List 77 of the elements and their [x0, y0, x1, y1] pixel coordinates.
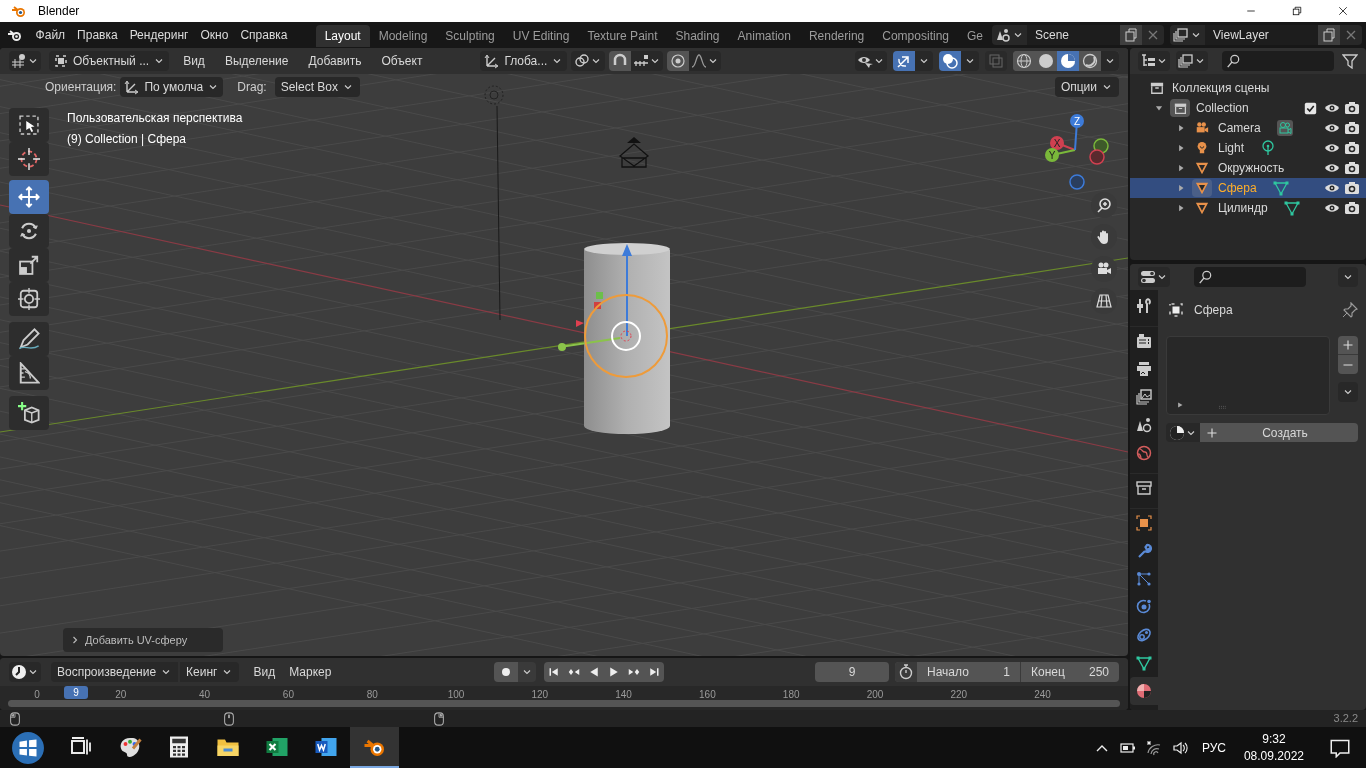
outliner-item-name: Сфера — [1218, 180, 1257, 197]
outliner-item-name: Коллекция сцены — [1172, 80, 1270, 97]
menu-item[interactable]: Вид — [177, 51, 211, 71]
workspace-tab[interactable]: Texture Paint — [578, 25, 667, 47]
mode-dropdown[interactable]: Объектный ... — [49, 51, 170, 71]
frame-number: 180 — [782, 688, 800, 702]
window-title: Blender — [38, 3, 80, 20]
outliner-row[interactable]: Цилиндр — [1130, 198, 1366, 218]
menu-item[interactable]: Окно — [194, 24, 235, 46]
view-layer-name: ViewLayer — [1205, 25, 1318, 45]
menu-item[interactable]: Файл — [29, 24, 72, 46]
workspace-tab[interactable]: Ge — [958, 25, 992, 47]
orientation-dropdown[interactable]: Глоба... — [480, 51, 568, 71]
clock[interactable]: 9:32 08.09.2022 — [1243, 730, 1304, 765]
viewport-info-text: Пользовательская перспектива — [67, 110, 243, 127]
scene-name: Scene — [1027, 25, 1120, 45]
outliner-row[interactable]: Окружность — [1130, 158, 1366, 178]
orientation-label: Ориентация: — [45, 79, 117, 96]
outliner-item-name: Окружность — [1218, 160, 1285, 177]
menu-item[interactable]: Добавить — [302, 51, 368, 71]
menu-item[interactable]: Правка — [71, 24, 124, 46]
outliner-row[interactable]: Сфера — [1130, 178, 1366, 198]
workspace-tab[interactable]: Layout — [315, 25, 370, 47]
viewport[interactable]: Объектный ... Вид Выделение Добавить Объект Глоба... Ориентация: По умолча Drag: Select Box Опции Пользовательская перспектива (9) Collection | Сфера X Y Z Добавить UV-сферу — [0, 48, 1128, 656]
drag-label: Drag: — [237, 79, 267, 96]
frame-number: 60 — [282, 688, 294, 702]
menu-item[interactable]: Вид — [247, 662, 282, 682]
version-label: 3.2.2 — [1333, 711, 1358, 727]
playhead[interactable]: 9 — [64, 686, 88, 699]
scene-selector[interactable]: Scene — [992, 25, 1164, 45]
menu-item[interactable]: Справка — [234, 24, 294, 46]
language-indicator[interactable]: РУС — [1201, 738, 1226, 757]
outliner-row[interactable]: Light — [1130, 138, 1366, 158]
frame-number: 0 — [34, 688, 40, 702]
workspace-tab[interactable]: Compositing — [873, 25, 958, 47]
current-frame-field[interactable]: 9 — [815, 662, 889, 682]
menu-dropdown[interactable]: Кеинг — [180, 662, 240, 682]
workspace-tab[interactable]: Shading — [666, 25, 729, 47]
drag-dropdown[interactable]: Select Box — [274, 77, 360, 97]
options-dropdown[interactable]: Опции — [1054, 77, 1119, 97]
menu-item[interactable]: Маркер — [283, 662, 338, 682]
x-axis-handle[interactable]: X — [1050, 136, 1064, 150]
workspace-tab[interactable]: Sculpting — [436, 25, 504, 47]
viewport-info-text: (9) Collection | Сфера — [67, 131, 188, 148]
frame-number: 20 — [115, 688, 127, 702]
start-frame-field[interactable]: Начало 1 — [917, 662, 1021, 682]
menu-item[interactable]: Рендеринг — [123, 24, 195, 46]
y-axis-handle[interactable]: Y — [1045, 148, 1059, 162]
object-name: Сфера — [1194, 302, 1233, 319]
outliner-item-name: Camera — [1218, 120, 1261, 137]
menu-item[interactable]: Объект — [375, 51, 429, 71]
frame-number: 160 — [699, 688, 716, 702]
new-material-button[interactable]: Создать — [1200, 423, 1358, 442]
view-layer-selector[interactable]: ViewLayer — [1170, 25, 1362, 45]
z-axis-handle[interactable]: Z — [1070, 114, 1084, 128]
workspace-tab[interactable]: Modeling — [369, 25, 437, 47]
outliner-item-name: Collection — [1196, 100, 1249, 117]
end-frame-field[interactable]: Конец 250 — [1021, 662, 1119, 682]
outliner-item-name: Light — [1218, 140, 1245, 157]
frame-number: 80 — [366, 688, 378, 702]
last-operator-panel[interactable]: Добавить UV-сферу — [63, 628, 223, 652]
workspace-tab[interactable]: Rendering — [799, 25, 874, 47]
frame-number: 120 — [531, 688, 549, 702]
frame-number: 40 — [199, 688, 211, 702]
frame-number: 140 — [615, 688, 632, 702]
outliner-row[interactable]: Collection — [1130, 98, 1366, 118]
outliner-item-name: Цилиндр — [1218, 200, 1268, 217]
frame-number: 100 — [447, 688, 465, 702]
workspace-tab[interactable]: UV Editing — [503, 25, 579, 47]
workspace-tab[interactable]: Animation — [728, 25, 800, 47]
outliner-row[interactable]: Camera — [1130, 118, 1366, 138]
frame-number: 200 — [866, 688, 884, 702]
frame-number: 240 — [1034, 688, 1051, 702]
frame-number: 220 — [950, 688, 968, 702]
menu-item[interactable]: Выделение — [218, 51, 295, 71]
orientation-dropdown[interactable]: По умолча — [120, 77, 224, 97]
menu-dropdown[interactable]: Воспроизведение — [51, 662, 179, 682]
